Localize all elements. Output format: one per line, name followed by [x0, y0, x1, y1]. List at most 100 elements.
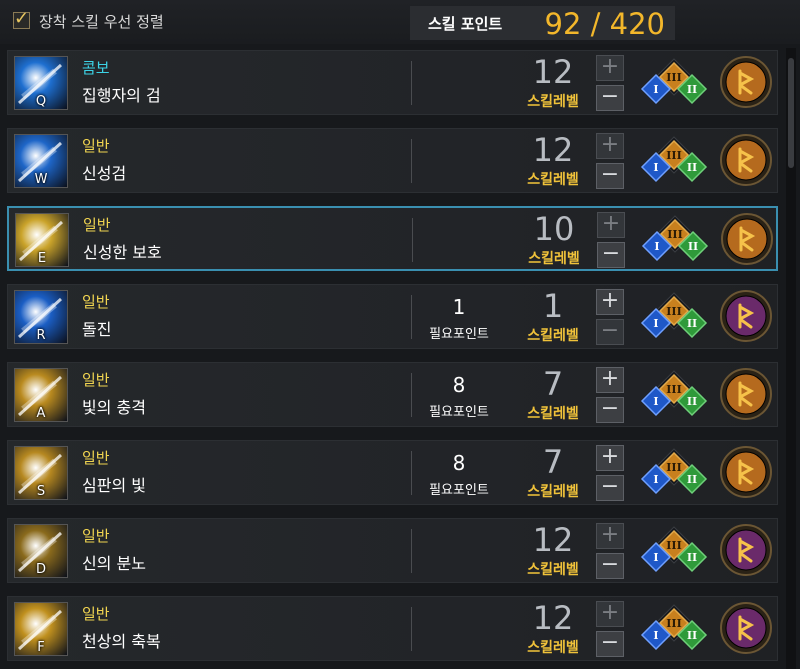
level-up-button[interactable]: +	[596, 133, 624, 159]
required-points-value: 8	[452, 451, 466, 475]
skill-icon[interactable]: F	[14, 602, 68, 656]
divider	[411, 61, 412, 105]
gem-label: II	[688, 240, 698, 253]
required-points-value: 8	[452, 373, 466, 397]
gem-label: II	[687, 83, 697, 96]
divider	[412, 218, 413, 262]
gem-label: III	[666, 461, 681, 474]
rune-slot-icon[interactable]	[719, 133, 773, 187]
sort-checkbox[interactable]: ✓	[13, 8, 30, 29]
scrollbar-thumb[interactable]	[788, 58, 794, 168]
skill-name: 천상의 축복	[82, 632, 161, 651]
skill-category: 일반	[83, 216, 111, 234]
tripod-gems-icon[interactable]: IIII II	[633, 521, 715, 581]
skill-level-value: 1	[542, 287, 564, 325]
skill-icon[interactable]: S	[14, 446, 68, 500]
skill-points-label: 스킬 포인트	[428, 15, 503, 33]
skill-level-label: 스킬레벨	[527, 640, 579, 656]
gem-label: II	[687, 473, 697, 486]
skill-category: 콤보	[82, 59, 110, 77]
skill-row[interactable]: A 일반 빛의 충격 8 필요포인트 7 스킬레벨 + − III I II	[7, 362, 778, 427]
level-up-button[interactable]: +	[596, 445, 624, 471]
scrollbar[interactable]	[786, 48, 796, 669]
level-down-button[interactable]: −	[596, 631, 624, 657]
skill-level-value: 7	[542, 443, 564, 481]
gem-label: I	[653, 317, 658, 330]
gem-label: I	[653, 473, 658, 486]
hotkey-label: F	[37, 640, 45, 655]
rune-slot-icon[interactable]	[719, 55, 773, 109]
skill-level-label: 스킬레벨	[527, 406, 579, 422]
skill-points-value: 92 / 420	[544, 7, 665, 41]
level-up-button[interactable]: +	[597, 212, 625, 238]
skill-icon[interactable]: Q	[14, 56, 68, 110]
level-up-button[interactable]: +	[596, 289, 624, 315]
rune-slot-icon[interactable]	[719, 601, 773, 655]
tripod-gems-icon[interactable]: IIII II	[633, 53, 715, 113]
skill-name: 신성한 보호	[83, 243, 162, 262]
level-down-button[interactable]: −	[596, 319, 624, 345]
rune-slot-icon[interactable]	[719, 289, 773, 343]
level-down-button[interactable]: −	[596, 163, 624, 189]
skill-icon[interactable]: W	[14, 134, 68, 188]
tripod-gems-icon[interactable]: IIII II	[633, 287, 715, 347]
checkmark-icon: ✓	[14, 8, 30, 29]
tripod-gems-icon[interactable]: IIII II	[633, 599, 715, 659]
skill-level-label: 스킬레벨	[527, 484, 579, 500]
divider	[411, 607, 412, 651]
sort-label: 장착 스킬 우선 정렬	[39, 13, 164, 31]
skill-category: 일반	[82, 371, 110, 389]
rune-slot-icon[interactable]	[719, 523, 773, 577]
skill-row[interactable]: E 일반 신성한 보호 10 스킬레벨 + − III I II	[7, 206, 778, 271]
hotkey-label: E	[37, 251, 47, 266]
required-points-label: 필요포인트	[429, 405, 489, 420]
level-down-button[interactable]: −	[597, 242, 625, 268]
level-down-button[interactable]: −	[596, 397, 624, 423]
gem-label: II	[687, 317, 697, 330]
level-up-button[interactable]: +	[596, 55, 624, 81]
level-down-button[interactable]: −	[596, 475, 624, 501]
gem-label: III	[666, 383, 681, 396]
tripod-gems-icon[interactable]: IIII II	[633, 131, 715, 191]
skill-name: 빛의 충격	[82, 398, 146, 417]
skill-row[interactable]: S 일반 심판의 빛 8 필요포인트 7 스킬레벨 + − III I II	[7, 440, 778, 505]
rune-slot-icon[interactable]	[719, 367, 773, 421]
gem-label: II	[687, 629, 697, 642]
tripod-gems-icon[interactable]: IIII II	[634, 210, 716, 270]
level-down-button[interactable]: −	[596, 553, 624, 579]
skill-icon[interactable]: E	[15, 213, 69, 267]
skill-icon[interactable]: R	[14, 290, 68, 344]
gem-label: III	[666, 617, 681, 630]
level-down-button[interactable]: −	[596, 85, 624, 111]
gem-label: I	[653, 83, 658, 96]
level-up-button[interactable]: +	[596, 523, 624, 549]
skill-row[interactable]: W 일반 신성검 12 스킬레벨 + − III I II	[7, 128, 778, 193]
skill-category: 일반	[82, 137, 110, 155]
gem-label: II	[687, 161, 697, 174]
divider	[411, 295, 412, 339]
tripod-gems-icon[interactable]: IIII II	[633, 443, 715, 503]
skill-level-value: 12	[532, 521, 574, 559]
skill-category: 일반	[82, 527, 110, 545]
skill-row[interactable]: F 일반 천상의 축복 12 스킬레벨 + − III I II	[7, 596, 778, 661]
level-up-button[interactable]: +	[596, 601, 624, 627]
gem-label: I	[653, 629, 658, 642]
skill-icon[interactable]: A	[14, 368, 68, 422]
skill-row[interactable]: D 일반 신의 분노 12 스킬레벨 + − III I II	[7, 518, 778, 583]
skill-name: 신성검	[82, 164, 127, 183]
skill-level-label: 스킬레벨	[527, 328, 579, 344]
hotkey-label: D	[35, 562, 46, 577]
skill-row[interactable]: R 일반 돌진 1 필요포인트 1 스킬레벨 + − III I II	[7, 284, 778, 349]
rune-slot-icon[interactable]	[720, 212, 774, 266]
skill-level-value: 12	[532, 53, 574, 91]
gem-label: III	[666, 149, 681, 162]
skill-row[interactable]: Q 콤보 집행자의 검 12 스킬레벨 + − III I II	[7, 50, 778, 115]
divider	[411, 529, 412, 573]
skill-category: 일반	[82, 449, 110, 467]
gem-label: I	[653, 551, 658, 564]
rune-slot-icon[interactable]	[719, 445, 773, 499]
level-up-button[interactable]: +	[596, 367, 624, 393]
tripod-gems-icon[interactable]: IIII II	[633, 365, 715, 425]
skill-level-value: 12	[532, 599, 574, 637]
skill-icon[interactable]: D	[14, 524, 68, 578]
